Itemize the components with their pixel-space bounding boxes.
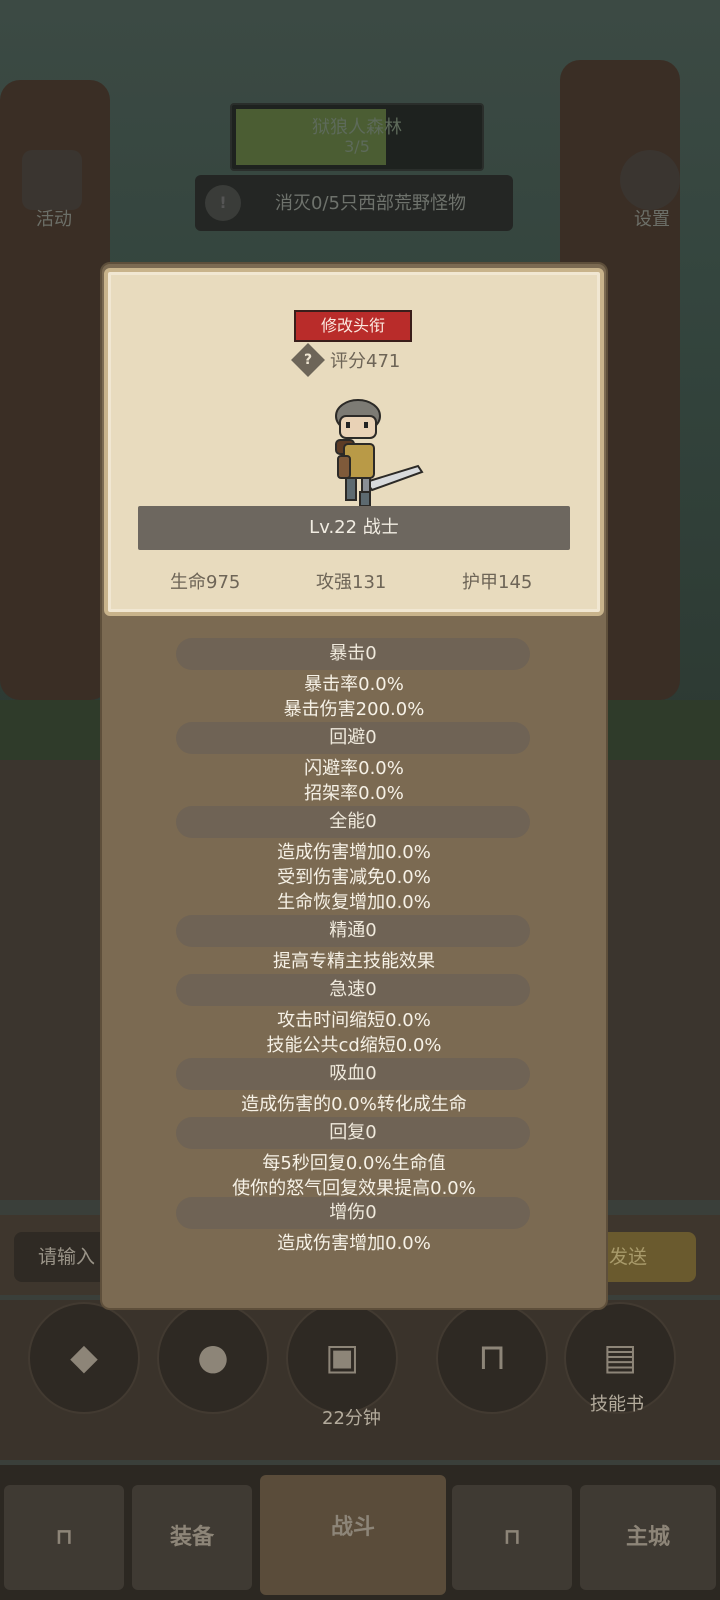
nav-locked-2[interactable]: ⊓ <box>452 1485 572 1590</box>
attr-line: 闪避率0.0% <box>304 758 404 779</box>
nav-city-label: 主城 <box>625 1525 670 1550</box>
timer-label: 22分钟 <box>322 1408 381 1429</box>
gear-icon[interactable] <box>620 150 680 210</box>
attr-line: 技能公共cd缩短0.0% <box>266 1035 442 1056</box>
attr-lifesteal-header: 吸血0 <box>176 1058 530 1090</box>
attr-crit-header: 暴击0 <box>176 638 530 670</box>
nav-equip[interactable]: 装备 <box>132 1485 252 1590</box>
help-icon[interactable]: ? <box>291 343 325 377</box>
lock-icon[interactable]: ⊓ <box>436 1302 548 1414</box>
stat-hp: 生命975 <box>170 572 241 593</box>
lock-icon: ⊓ <box>503 1525 521 1550</box>
lock-icon: ⊓ <box>55 1525 73 1550</box>
bread-icon[interactable]: ● <box>157 1302 269 1414</box>
attr-regen-header: 回复0 <box>176 1117 530 1149</box>
quest-progress-text: 3/5 <box>344 137 370 156</box>
activity-label: 活动 <box>36 209 72 230</box>
attr-line: 造成伤害的0.0%转化成生命 <box>241 1094 467 1115</box>
attr-line: 造成伤害增加0.0% <box>277 1233 431 1254</box>
attr-line: 暴击率0.0% <box>304 674 404 695</box>
stat-attack: 攻强131 <box>316 572 387 593</box>
nav-city[interactable]: 主城 <box>580 1485 716 1590</box>
attr-versatility-header: 全能0 <box>176 806 530 838</box>
score-text: 评分471 <box>330 351 401 372</box>
nav-locked-1[interactable]: ⊓ <box>4 1485 124 1590</box>
task-bar[interactable]: ! 消灭0/5只西部荒野怪物 <box>195 175 513 231</box>
stat-armor: 护甲145 <box>462 572 533 593</box>
attr-line: 招架率0.0% <box>304 783 404 804</box>
quest-name: 狱狼人森林 <box>312 117 402 138</box>
skillbook-label: 技能书 <box>590 1394 644 1415</box>
level-class-bar: Lv.22 战士 <box>138 506 570 550</box>
attr-haste-header: 急速0 <box>176 974 530 1006</box>
potion-icon[interactable]: ◆ <box>28 1302 140 1414</box>
nav-equip-label: 装备 <box>169 1525 214 1550</box>
nav-battle-label: 战斗 <box>330 1515 375 1540</box>
attr-line: 每5秒回复0.0%生命值 <box>262 1153 446 1174</box>
attr-line: 受到伤害减免0.0% <box>277 867 431 888</box>
quest-progress-bar[interactable]: 狱狼人森林 3/5 <box>230 103 484 171</box>
attr-line: 造成伤害增加0.0% <box>277 842 431 863</box>
attr-line: 提高专精主技能效果 <box>273 951 435 972</box>
activity-icon[interactable] <box>22 150 82 210</box>
chest-icon[interactable]: ▣ <box>286 1302 398 1414</box>
settings-label: 设置 <box>634 209 670 230</box>
attr-dodge-header: 回避0 <box>176 722 530 754</box>
nav-battle[interactable]: 战斗 <box>260 1475 446 1595</box>
attr-line: 生命恢复增加0.0% <box>277 892 431 913</box>
warrior-avatar <box>335 399 424 507</box>
attr-line: 攻击时间缩短0.0% <box>277 1010 431 1031</box>
score-row: ? 评分471 <box>291 343 401 377</box>
attr-damage-header: 增伤0 <box>176 1197 530 1229</box>
attr-mastery-header: 精通0 <box>176 915 530 947</box>
alert-icon: ! <box>205 185 241 221</box>
attr-line: 暴击伤害200.0% <box>283 699 425 720</box>
task-text: 消灭0/5只西部荒野怪物 <box>275 193 466 214</box>
rename-title-button[interactable]: 修改头衔 <box>294 310 412 342</box>
